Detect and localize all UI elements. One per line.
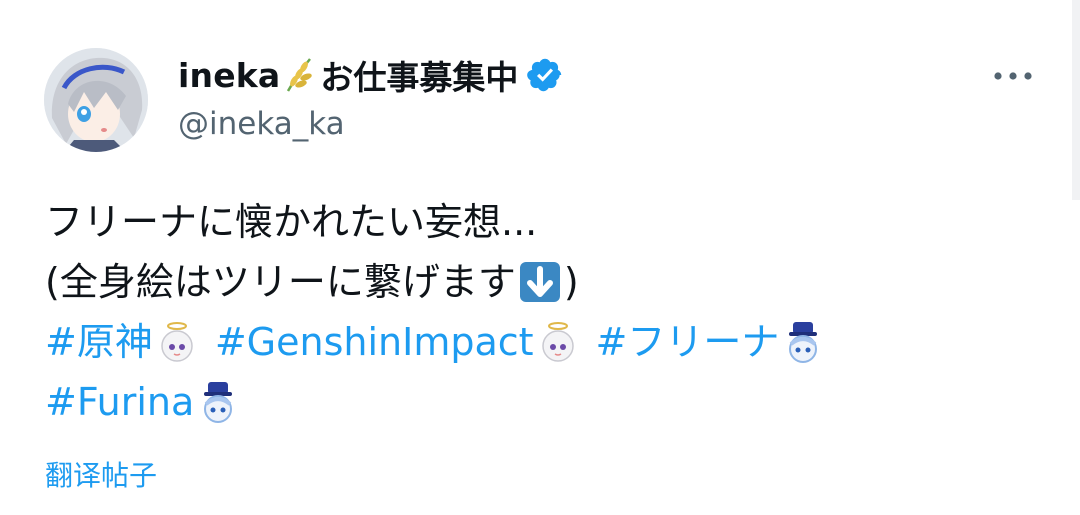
- author-handle[interactable]: @ineka_ka: [178, 106, 345, 142]
- down-arrow-emoji-icon: [518, 260, 562, 304]
- tweet-text-line1: フリーナに懐かれたい妄想...: [45, 200, 538, 244]
- hashtag-genshin-jp[interactable]: #原神: [45, 312, 153, 372]
- translate-post-link[interactable]: 翻译帖子: [45, 454, 157, 494]
- display-name[interactable]: ineka: [178, 56, 280, 95]
- more-options-icon[interactable]: [990, 64, 1036, 88]
- verified-badge-icon[interactable]: [526, 56, 564, 94]
- avatar[interactable]: [44, 48, 148, 152]
- tweet-line-3: #原神 #GenshinImpact #フリーナ: [45, 312, 1045, 372]
- hashtag-genshinimpact[interactable]: #GenshinImpact: [215, 312, 534, 372]
- hashtag-furina-jp[interactable]: #フリーナ: [596, 312, 780, 372]
- scrollbar-track[interactable]: [1072, 0, 1080, 200]
- tweet-line-1: フリーナに懐かれたい妄想...: [45, 192, 1045, 252]
- paimon-emoji-icon: [536, 320, 580, 364]
- display-name-suffix[interactable]: お仕事募集中: [320, 51, 518, 99]
- paimon-emoji-icon: [155, 320, 199, 364]
- tweet-text-line2-after: ): [563, 260, 579, 304]
- hashtag-furina[interactable]: #Furina: [45, 372, 194, 432]
- tweet-text-line2-before: (全身絵はツリーに繋げます: [45, 260, 516, 304]
- author-name-row[interactable]: ineka お仕事募集中: [178, 52, 564, 98]
- tweet-line-4: #Furina: [45, 372, 1045, 432]
- furina-emoji-icon: [781, 320, 825, 364]
- tweet-text: フリーナに懐かれたい妄想... (全身絵はツリーに繋げます ) #原神 #Gen…: [45, 192, 1045, 432]
- furina-emoji-icon: [196, 380, 240, 424]
- tweet-line-2: (全身絵はツリーに繋げます ): [45, 252, 1045, 312]
- rice-plant-emoji-icon: [284, 57, 314, 93]
